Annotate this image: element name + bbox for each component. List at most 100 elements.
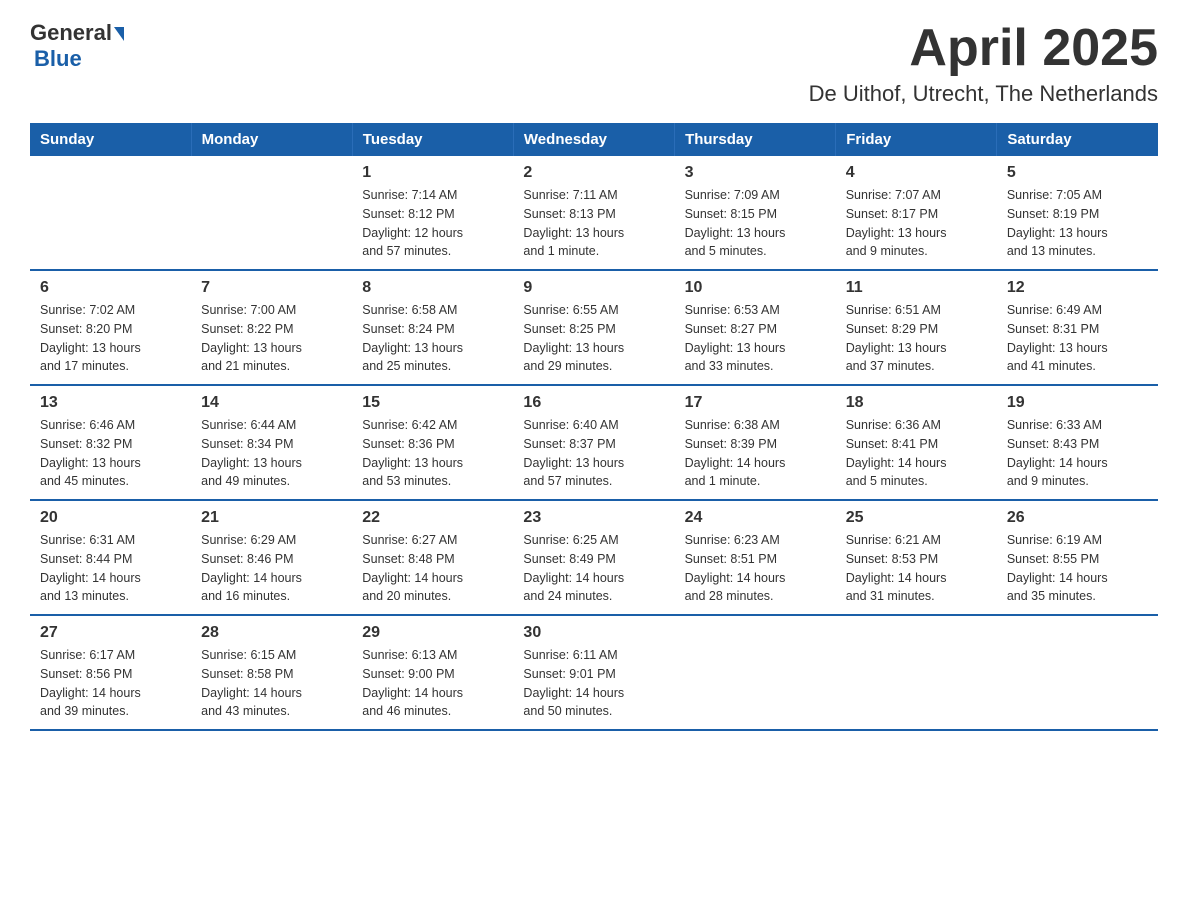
month-title: April 2025 [809, 20, 1158, 77]
calendar-cell: 2Sunrise: 7:11 AMSunset: 8:13 PMDaylight… [513, 156, 674, 270]
day-number: 28 [201, 624, 342, 642]
calendar-cell: 12 Sunrise: 6:49 AMSunset: 8:31 PMDayligh… [997, 270, 1158, 385]
calendar-cell: 27 Sunrise: 6:17 AMSunset: 8:56 PMDayligh… [30, 615, 191, 730]
logo-arrow-icon [114, 27, 124, 41]
calendar-week-1: 1 Sunrise: 7:14 AMSunset: 8:12 PMDaylight… [30, 156, 1158, 270]
day-info: Sunrise: 6:13 AMSunset: 9:00 PMDaylight:… [362, 646, 503, 721]
calendar-week-2: 6Sunrise: 7:02 AMSunset: 8:20 PMDaylight… [30, 270, 1158, 385]
calendar-cell: 22Sunrise: 6:27 AMSunset: 8:48 PMDayligh… [352, 500, 513, 615]
calendar-cell: 16 Sunrise: 6:40 AMSunset: 8:37 PMDayligh… [513, 385, 674, 500]
calendar-cell: 21Sunrise: 6:29 AMSunset: 8:46 PMDayligh… [191, 500, 352, 615]
calendar-cell: 7Sunrise: 7:00 AMSunset: 8:22 PMDaylight… [191, 270, 352, 385]
calendar-cell [30, 156, 191, 270]
day-number: 15 [362, 394, 503, 412]
day-number: 27 [40, 624, 181, 642]
day-info: Sunrise: 6:31 AMSunset: 8:44 PMDaylight:… [40, 531, 181, 606]
day-number: 23 [523, 509, 664, 527]
day-info: Sunrise: 6:46 AMSunset: 8:32 PMDaylight:… [40, 416, 181, 491]
day-info: Sunrise: 6:17 AMSunset: 8:56 PMDaylight:… [40, 646, 181, 721]
day-info: Sunrise: 6:42 AMSunset: 8:36 PMDaylight:… [362, 416, 503, 491]
header-saturday: Saturday [997, 123, 1158, 156]
day-info: Sunrise: 6:11 AMSunset: 9:01 PMDaylight:… [523, 646, 664, 721]
calendar-cell: 28 Sunrise: 6:15 AMSunset: 8:58 PMDayligh… [191, 615, 352, 730]
calendar-cell: 10 Sunrise: 6:53 AMSunset: 8:27 PMDayligh… [675, 270, 836, 385]
calendar-cell: 20 Sunrise: 6:31 AMSunset: 8:44 PMDayligh… [30, 500, 191, 615]
day-info: Sunrise: 6:53 AMSunset: 8:27 PMDaylight:… [685, 301, 826, 376]
calendar-week-3: 13 Sunrise: 6:46 AMSunset: 8:32 PMDayligh… [30, 385, 1158, 500]
day-info: Sunrise: 7:07 AMSunset: 8:17 PMDaylight:… [846, 186, 987, 261]
calendar-cell: 11 Sunrise: 6:51 AMSunset: 8:29 PMDayligh… [836, 270, 997, 385]
day-info: Sunrise: 7:14 AMSunset: 8:12 PMDaylight:… [362, 186, 503, 261]
header-monday: Monday [191, 123, 352, 156]
day-number: 21 [201, 509, 342, 527]
header-tuesday: Tuesday [352, 123, 513, 156]
day-info: Sunrise: 6:38 AMSunset: 8:39 PMDaylight:… [685, 416, 826, 491]
day-info: Sunrise: 7:09 AMSunset: 8:15 PMDaylight:… [685, 186, 826, 261]
day-info: Sunrise: 7:11 AMSunset: 8:13 PMDaylight:… [523, 186, 664, 261]
day-info: Sunrise: 6:19 AMSunset: 8:55 PMDaylight:… [1007, 531, 1148, 606]
day-info: Sunrise: 6:40 AMSunset: 8:37 PMDaylight:… [523, 416, 664, 491]
day-number: 10 [685, 279, 826, 297]
header-sunday: Sunday [30, 123, 191, 156]
day-number: 9 [523, 279, 664, 297]
calendar-cell: 4 Sunrise: 7:07 AMSunset: 8:17 PMDaylight… [836, 156, 997, 270]
calendar-cell: 25 Sunrise: 6:21 AMSunset: 8:53 PMDayligh… [836, 500, 997, 615]
calendar-cell: 19Sunrise: 6:33 AMSunset: 8:43 PMDayligh… [997, 385, 1158, 500]
calendar-cell: 29 Sunrise: 6:13 AMSunset: 9:00 PMDayligh… [352, 615, 513, 730]
title-block: April 2025 De Uithof, Utrecht, The Nethe… [809, 20, 1158, 107]
calendar-cell [997, 615, 1158, 730]
day-info: Sunrise: 6:21 AMSunset: 8:53 PMDaylight:… [846, 531, 987, 606]
day-info: Sunrise: 6:15 AMSunset: 8:58 PMDaylight:… [201, 646, 342, 721]
calendar-cell: 9 Sunrise: 6:55 AMSunset: 8:25 PMDaylight… [513, 270, 674, 385]
calendar-cell: 13 Sunrise: 6:46 AMSunset: 8:32 PMDayligh… [30, 385, 191, 500]
calendar-cell [675, 615, 836, 730]
calendar-cell: 24Sunrise: 6:23 AMSunset: 8:51 PMDayligh… [675, 500, 836, 615]
calendar-cell: 26 Sunrise: 6:19 AMSunset: 8:55 PMDayligh… [997, 500, 1158, 615]
header-wednesday: Wednesday [513, 123, 674, 156]
day-number: 16 [523, 394, 664, 412]
calendar-cell: 5 Sunrise: 7:05 AMSunset: 8:19 PMDaylight… [997, 156, 1158, 270]
logo-blue-text: Blue [34, 46, 82, 71]
weekday-header-row: Sunday Monday Tuesday Wednesday Thursday… [30, 123, 1158, 156]
day-number: 11 [846, 279, 987, 297]
calendar-cell: 15 Sunrise: 6:42 AMSunset: 8:36 PMDayligh… [352, 385, 513, 500]
header-thursday: Thursday [675, 123, 836, 156]
calendar-cell [191, 156, 352, 270]
day-number: 29 [362, 624, 503, 642]
day-info: Sunrise: 6:58 AMSunset: 8:24 PMDaylight:… [362, 301, 503, 376]
logo-general-text: General [30, 20, 112, 46]
day-number: 1 [362, 164, 503, 182]
day-number: 30 [523, 624, 664, 642]
day-number: 14 [201, 394, 342, 412]
day-number: 24 [685, 509, 826, 527]
day-number: 26 [1007, 509, 1148, 527]
header-friday: Friday [836, 123, 997, 156]
day-number: 18 [846, 394, 987, 412]
calendar-cell: 6Sunrise: 7:02 AMSunset: 8:20 PMDaylight… [30, 270, 191, 385]
day-number: 5 [1007, 164, 1148, 182]
day-info: Sunrise: 6:49 AMSunset: 8:31 PMDaylight:… [1007, 301, 1148, 376]
calendar-cell: 18Sunrise: 6:36 AMSunset: 8:41 PMDayligh… [836, 385, 997, 500]
day-info: Sunrise: 6:25 AMSunset: 8:49 PMDaylight:… [523, 531, 664, 606]
calendar-table: Sunday Monday Tuesday Wednesday Thursday… [30, 123, 1158, 731]
day-info: Sunrise: 7:05 AMSunset: 8:19 PMDaylight:… [1007, 186, 1148, 261]
calendar-cell: 17Sunrise: 6:38 AMSunset: 8:39 PMDayligh… [675, 385, 836, 500]
logo: General Blue [30, 20, 124, 72]
day-number: 20 [40, 509, 181, 527]
location-title: De Uithof, Utrecht, The Netherlands [809, 81, 1158, 107]
day-info: Sunrise: 6:44 AMSunset: 8:34 PMDaylight:… [201, 416, 342, 491]
calendar-cell: 3 Sunrise: 7:09 AMSunset: 8:15 PMDaylight… [675, 156, 836, 270]
calendar-cell: 14 Sunrise: 6:44 AMSunset: 8:34 PMDayligh… [191, 385, 352, 500]
day-number: 12 [1007, 279, 1148, 297]
day-number: 22 [362, 509, 503, 527]
calendar-cell: 1 Sunrise: 7:14 AMSunset: 8:12 PMDaylight… [352, 156, 513, 270]
day-number: 4 [846, 164, 987, 182]
calendar-week-4: 20 Sunrise: 6:31 AMSunset: 8:44 PMDayligh… [30, 500, 1158, 615]
calendar-cell [836, 615, 997, 730]
day-number: 13 [40, 394, 181, 412]
day-number: 25 [846, 509, 987, 527]
day-info: Sunrise: 6:51 AMSunset: 8:29 PMDaylight:… [846, 301, 987, 376]
day-info: Sunrise: 7:00 AMSunset: 8:22 PMDaylight:… [201, 301, 342, 376]
day-info: Sunrise: 6:55 AMSunset: 8:25 PMDaylight:… [523, 301, 664, 376]
day-number: 3 [685, 164, 826, 182]
